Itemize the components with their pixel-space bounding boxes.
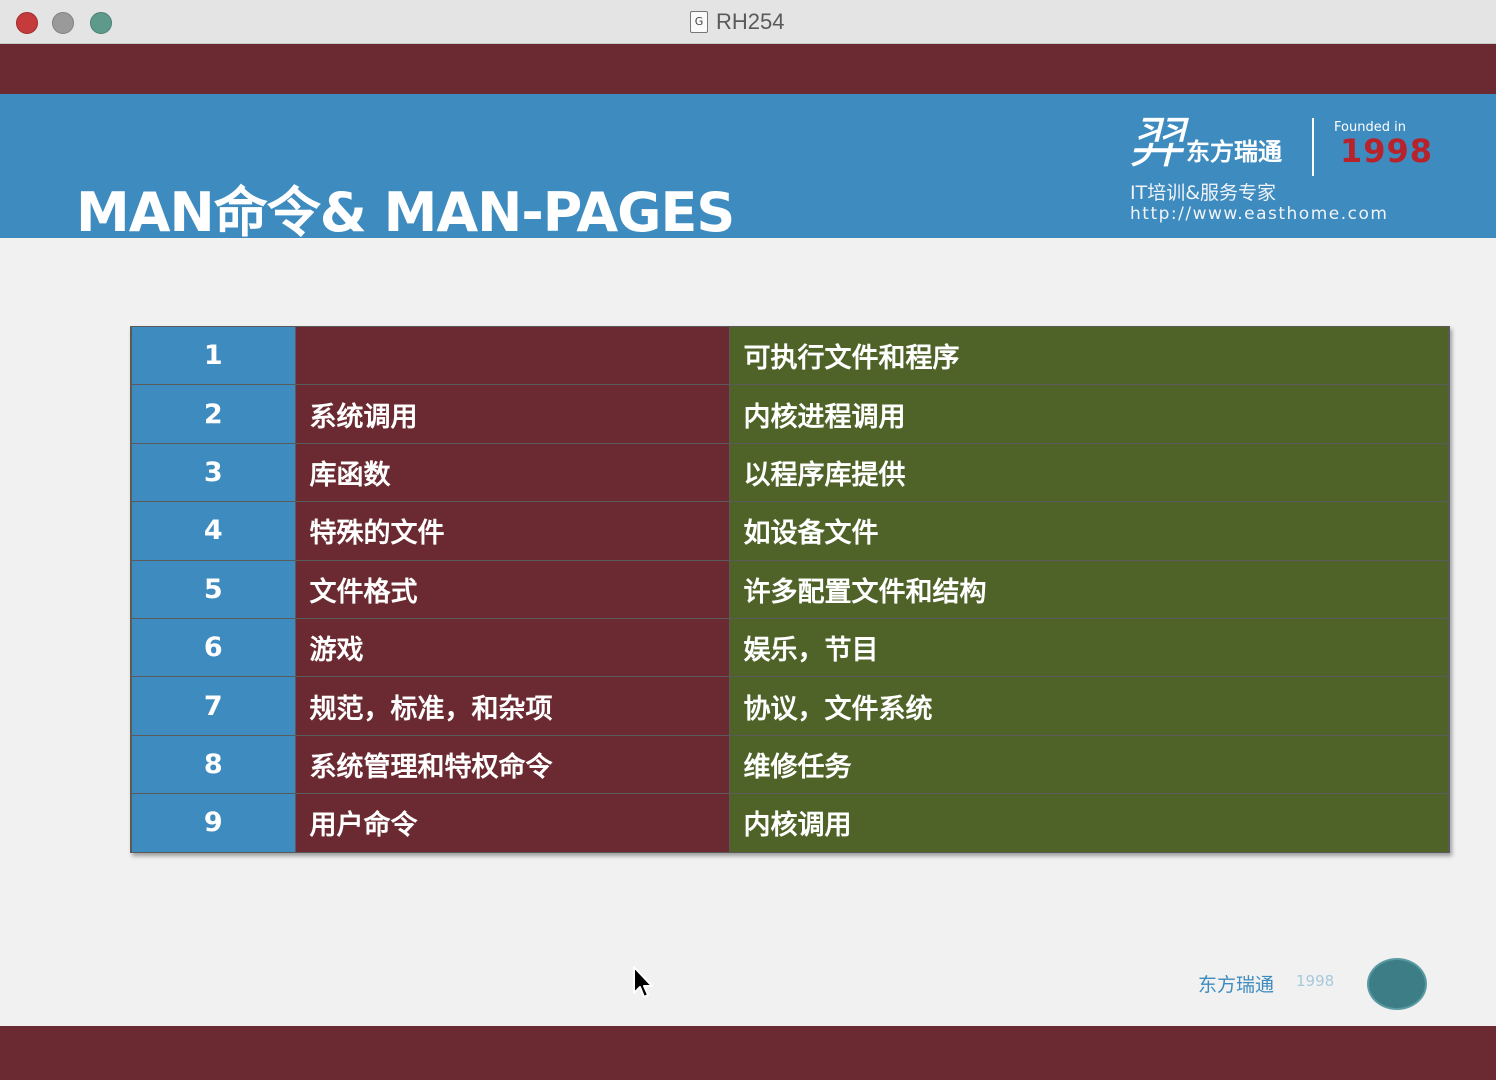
table-row: 4 特殊的文件 如设备文件 — [130, 501, 1450, 561]
section-number: 8 — [130, 734, 296, 795]
man-sections-table: 1 可执行文件和程序 2 系统调用 内核进程调用 3 库函数 以程序库提供 4 … — [130, 325, 1450, 853]
table-row: 3 库函数 以程序库提供 — [130, 442, 1450, 503]
section-description: 如设备文件 — [728, 501, 1450, 561]
minimize-window-button[interactable] — [52, 12, 74, 34]
footer-logo-text: 东方瑞通 — [1198, 974, 1275, 996]
table-row: 5 文件格式 许多配置文件和结构 — [130, 559, 1450, 619]
table-row: 8 系统管理和特权命令 维修任务 — [130, 734, 1450, 795]
logo-tagline: IT培训&服务专家 — [1130, 182, 1277, 204]
company-logo: 羿 东方瑞通 Founded in 1998 IT培训&服务专家 http://… — [1122, 110, 1432, 230]
document-icon: G — [690, 11, 708, 33]
logo-mark: 羿 — [1128, 111, 1184, 176]
section-number: 9 — [130, 793, 296, 853]
section-number: 2 — [130, 384, 296, 444]
section-number: 3 — [130, 442, 296, 503]
section-name — [294, 325, 730, 386]
logo-name: 东方瑞通 — [1186, 138, 1282, 166]
logo-website: http://www.easthome.com — [1130, 204, 1389, 224]
section-description: 协议，文件系统 — [728, 676, 1450, 736]
section-name: 库函数 — [294, 442, 730, 503]
window-titlebar[interactable]: G RH254 — [0, 0, 1496, 44]
slide-title: MAN命令& MAN-PAGES — [76, 181, 735, 244]
section-name: 特殊的文件 — [294, 501, 730, 561]
arrow-cursor-icon — [632, 965, 654, 1005]
zoom-window-button[interactable] — [90, 12, 112, 34]
section-number: 6 — [130, 617, 296, 678]
section-description: 娱乐，节目 — [728, 617, 1450, 678]
section-description: 许多配置文件和结构 — [728, 559, 1450, 619]
section-description: 可执行文件和程序 — [728, 325, 1450, 386]
close-window-button[interactable] — [16, 12, 38, 34]
section-description: 内核调用 — [728, 793, 1450, 853]
table-row: 6 游戏 娱乐，节目 — [130, 617, 1450, 678]
slide-bottom-band — [0, 1026, 1496, 1080]
section-name: 系统调用 — [294, 384, 730, 444]
table-row: 9 用户命令 内核调用 — [130, 793, 1450, 853]
section-description: 内核进程调用 — [728, 384, 1450, 444]
logo-divider — [1312, 118, 1314, 176]
footer-circle-logo — [1367, 958, 1427, 1010]
section-number: 7 — [130, 676, 296, 736]
section-name: 用户命令 — [294, 793, 730, 853]
founded-year: 1998 — [1340, 132, 1434, 170]
section-name: 系统管理和特权命令 — [294, 734, 730, 795]
section-description: 以程序库提供 — [728, 442, 1450, 503]
table-row: 7 规范，标准，和杂项 协议，文件系统 — [130, 676, 1450, 736]
footer-year-text: 1998 — [1296, 972, 1335, 990]
section-description: 维修任务 — [728, 734, 1450, 795]
table-row: 2 系统调用 内核进程调用 — [130, 384, 1450, 444]
section-number: 4 — [130, 501, 296, 561]
slide-top-band — [0, 44, 1496, 94]
section-name: 游戏 — [294, 617, 730, 678]
window-title: G RH254 — [690, 8, 784, 36]
table-row: 1 可执行文件和程序 — [130, 325, 1450, 386]
window-title-text: RH254 — [716, 9, 785, 34]
section-name: 规范，标准，和杂项 — [294, 676, 730, 736]
section-name: 文件格式 — [294, 559, 730, 619]
section-number: 1 — [130, 325, 296, 386]
section-number: 5 — [130, 559, 296, 619]
